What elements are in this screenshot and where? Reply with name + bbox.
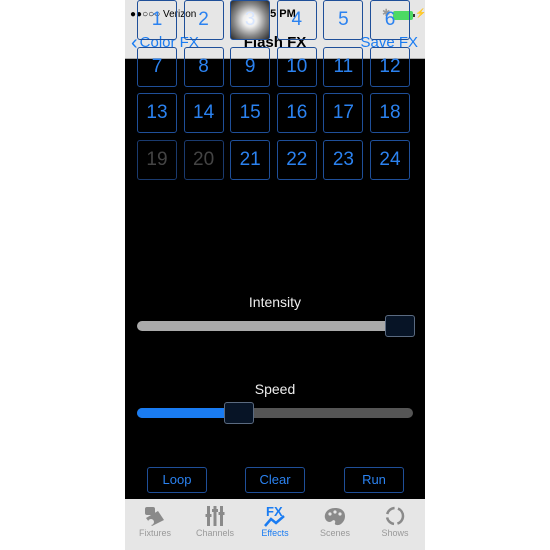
- svg-text:FX: FX: [266, 504, 283, 519]
- tab-label: Effects: [261, 528, 289, 538]
- charging-icon: ⚡: [415, 8, 427, 18]
- effect-cell[interactable]: 24: [370, 140, 410, 181]
- palette-icon: [324, 508, 345, 526]
- tab-label: Shows: [381, 528, 409, 538]
- effect-cell[interactable]: 2: [183, 0, 224, 40]
- effect-cell[interactable]: 16: [276, 93, 317, 134]
- tab-channels[interactable]: Channels: [185, 499, 245, 544]
- tab-label: Fixtures: [138, 528, 171, 538]
- loop-button[interactable]: Loop: [147, 467, 207, 493]
- speed-slider-thumb[interactable]: [223, 402, 254, 424]
- intensity-slider[interactable]: [137, 315, 415, 337]
- run-button[interactable]: Run: [344, 467, 404, 493]
- tab-label: Channels: [195, 528, 235, 538]
- tab-scenes[interactable]: Scenes: [305, 499, 365, 544]
- tab-effects[interactable]: FX Effects: [245, 499, 305, 544]
- effect-cell[interactable]: 12: [370, 46, 410, 87]
- clear-button[interactable]: Clear: [245, 467, 305, 493]
- effect-cell[interactable]: 3: [230, 0, 271, 40]
- tab-label: Scenes: [319, 528, 351, 538]
- tab-bar: Fixtures Channels FX Effects Scenes Show…: [125, 499, 425, 550]
- effect-cell[interactable]: 7: [137, 46, 177, 87]
- effect-cell[interactable]: 14: [183, 93, 224, 134]
- effect-cell: 19: [137, 140, 177, 181]
- tab-fixtures[interactable]: Fixtures: [125, 499, 185, 544]
- effect-cell[interactable]: 5: [323, 0, 364, 40]
- effect-cell[interactable]: 11: [323, 46, 364, 87]
- effect-cell[interactable]: 21: [230, 140, 271, 181]
- effect-cell[interactable]: 23: [323, 140, 364, 181]
- effect-cell[interactable]: 10: [276, 46, 317, 87]
- speed-slider-fill: [137, 408, 238, 418]
- effect-cell[interactable]: 1: [137, 0, 177, 40]
- fx-icon: FX: [264, 504, 285, 527]
- cycle-icon: [385, 506, 405, 526]
- speed-label: Speed: [254, 381, 296, 397]
- effect-cell[interactable]: 6: [370, 0, 410, 40]
- effect-cell[interactable]: 13: [137, 93, 177, 134]
- effect-cell: 20: [183, 140, 224, 181]
- effect-cell[interactable]: 17: [323, 93, 364, 134]
- phone-screen: ●●○○○ Verizon 4:15 PM ✱ ⚡ ‹ Color FX Flas…: [125, 0, 427, 550]
- effect-cell[interactable]: 9: [230, 46, 271, 87]
- speed-slider[interactable]: [137, 402, 413, 424]
- sliders-icon: [205, 506, 225, 526]
- fixture-light-icon: [145, 507, 164, 526]
- tab-shows[interactable]: Shows: [365, 499, 425, 544]
- effect-cell[interactable]: 22: [276, 140, 317, 181]
- effect-cell[interactable]: 15: [230, 93, 271, 134]
- effect-cell[interactable]: 18: [370, 93, 410, 134]
- effect-cell[interactable]: 4: [276, 0, 317, 40]
- intensity-slider-thumb[interactable]: [385, 315, 415, 337]
- intensity-label: Intensity: [248, 294, 302, 310]
- effect-cell[interactable]: 8: [183, 46, 224, 87]
